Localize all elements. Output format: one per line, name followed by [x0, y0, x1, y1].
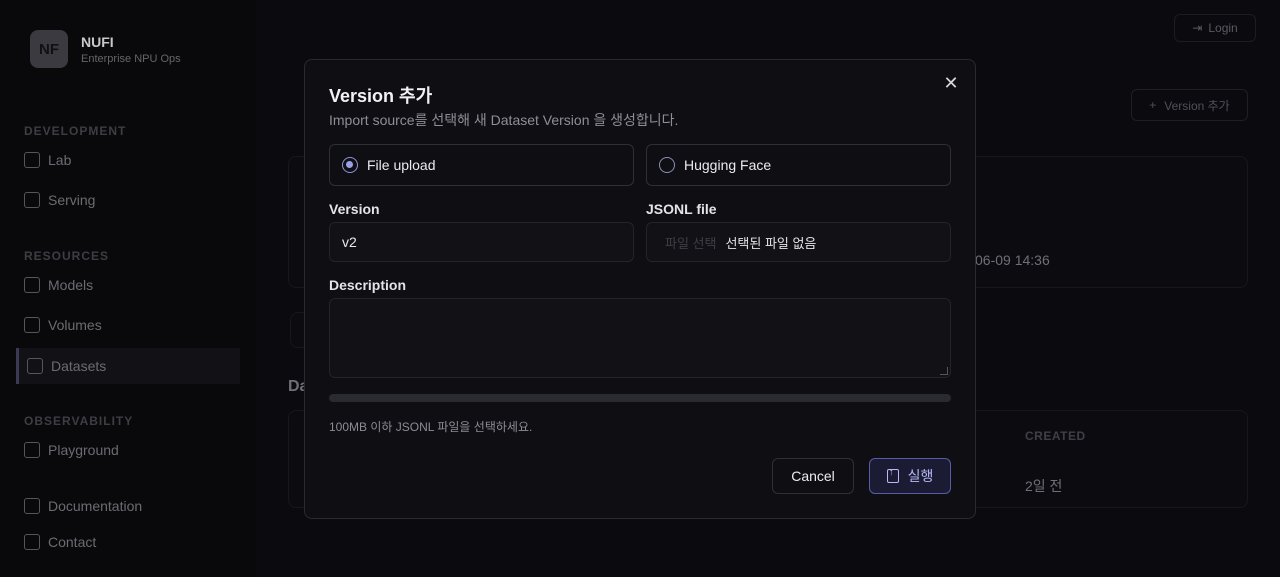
section-development: DEVELOPMENT: [24, 124, 127, 138]
description-label: Description: [329, 277, 407, 293]
document-icon: [24, 498, 40, 514]
sidebar-item-lab[interactable]: Lab: [24, 152, 71, 168]
radio-unselected-icon: [659, 157, 675, 173]
radio-selected-icon: [342, 157, 358, 173]
column-created: CREATED: [1025, 429, 1086, 443]
logo: NF: [30, 30, 68, 68]
created-value: 2일 전: [1025, 478, 1063, 494]
dialog-title: Version 추가: [329, 86, 433, 106]
cancel-button[interactable]: Cancel: [772, 458, 854, 494]
version-add-button[interactable]: + Version 추가: [1131, 89, 1248, 121]
section-resources: RESOURCES: [24, 249, 110, 263]
login-button[interactable]: ⇥ Login: [1174, 14, 1256, 42]
chat-icon: [24, 442, 40, 458]
version-label: Version: [329, 201, 380, 217]
file-upload-icon: [886, 467, 899, 483]
sidebar-item-contact[interactable]: Contact: [24, 534, 96, 550]
jsonl-file-input[interactable]: 파일 선택 선택된 파일 없음: [646, 222, 951, 262]
sidebar: NF NUFI Enterprise NPU Ops DEVELOPMENT L…: [0, 0, 256, 577]
version-input[interactable]: v2: [329, 222, 634, 262]
upload-hint: 100MB 이하 JSONL 파일을 선택하세요.: [329, 420, 533, 434]
section-observability: OBSERVABILITY: [24, 414, 134, 428]
source-hugging-face[interactable]: Hugging Face: [646, 144, 951, 186]
contact-icon: [24, 534, 40, 550]
drive-icon: [24, 317, 40, 333]
jsonl-file-label: JSONL file: [646, 201, 717, 217]
brand[interactable]: NF NUFI Enterprise NPU Ops: [30, 30, 181, 68]
file-status: 선택된 파일 없음: [725, 235, 817, 251]
brand-name: NUFI: [81, 33, 114, 50]
sidebar-item-volumes[interactable]: Volumes: [24, 317, 102, 333]
brand-subtitle: Enterprise NPU Ops: [81, 52, 181, 65]
version-add-dialog: ✕ Version 추가 Import source를 선택해 새 Datase…: [304, 59, 976, 519]
flask-icon: [24, 152, 40, 168]
resize-handle-icon[interactable]: [940, 367, 948, 375]
sidebar-item-models[interactable]: Models: [24, 277, 93, 293]
database-icon: [27, 358, 43, 374]
description-textarea[interactable]: [329, 298, 951, 378]
source-file-upload[interactable]: File upload: [329, 144, 634, 186]
dataset-timestamp: 06-09 14:36: [975, 252, 1050, 268]
run-button[interactable]: 실행: [869, 458, 951, 494]
cubes-icon: [24, 277, 40, 293]
sidebar-item-datasets[interactable]: Datasets: [16, 348, 240, 384]
sidebar-item-documentation[interactable]: Documentation: [24, 498, 142, 514]
sidebar-item-serving[interactable]: Serving: [24, 192, 95, 208]
close-icon[interactable]: ✕: [943, 74, 959, 92]
box-icon: [24, 192, 40, 208]
plus-icon: +: [1149, 98, 1157, 112]
file-select-button[interactable]: 파일 선택: [665, 233, 716, 252]
sidebar-item-playground[interactable]: Playground: [24, 442, 119, 458]
login-icon: ⇥: [1192, 21, 1203, 35]
dialog-subtitle: Import source를 선택해 새 Dataset Version 을 생…: [329, 112, 679, 128]
upload-progress-bar: [329, 394, 951, 402]
